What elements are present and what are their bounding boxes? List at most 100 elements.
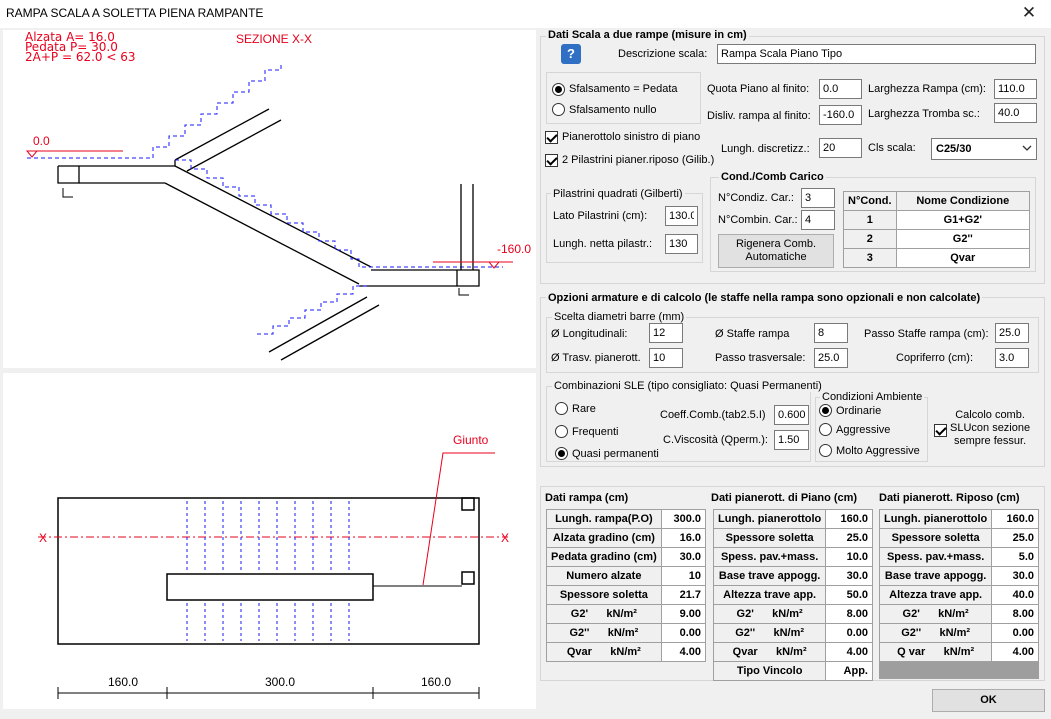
table-row[interactable]: Base trave appogg. 30.0: [878, 566, 1039, 586]
descrizione-input[interactable]: [717, 44, 1036, 64]
frequenti-label: Frequenti: [572, 426, 619, 438]
row-value[interactable]: 10.0: [825, 547, 873, 567]
row-value[interactable]: 30.0: [991, 566, 1039, 586]
row-value[interactable]: 25.0: [991, 528, 1039, 548]
row-value[interactable]: 40.0: [991, 585, 1039, 605]
staffe-input[interactable]: [814, 323, 848, 343]
pianerottolo-checkbox[interactable]: [545, 131, 558, 144]
table-row[interactable]: Tipo Vincolo App.: [712, 661, 873, 681]
lato-label: Lato Pilastrini (cm):: [553, 210, 648, 222]
row-value[interactable]: 5.0: [991, 547, 1039, 567]
row-value[interactable]: 4.00: [991, 642, 1039, 662]
table-row[interactable]: Spessore soletta 21.7: [546, 585, 707, 605]
dim-left: 160.0: [108, 675, 139, 689]
table-row[interactable]: 3 Qvar: [843, 248, 1031, 268]
ncond-input[interactable]: [801, 188, 835, 208]
pilastrini-checkbox[interactable]: [545, 154, 558, 167]
ok-button[interactable]: OK: [932, 689, 1045, 712]
row-value[interactable]: 160.0: [825, 509, 873, 529]
row-value[interactable]: 0.00: [825, 623, 873, 643]
sfalsamento-nullo-radio[interactable]: [552, 103, 565, 116]
cond-name[interactable]: G1+G2': [895, 210, 1031, 230]
table-row[interactable]: Spessore soletta 25.0: [878, 528, 1039, 548]
larg-rampa-input[interactable]: [994, 79, 1037, 99]
visc-input[interactable]: [774, 430, 809, 450]
frequenti-radio[interactable]: [555, 425, 568, 438]
ordinarie-radio[interactable]: [819, 404, 832, 417]
table-row[interactable]: G2'' kN/m² 0.00: [546, 623, 707, 643]
table-row[interactable]: Base trave appogg. 30.0: [712, 566, 873, 586]
row-value[interactable]: 9.00: [660, 604, 707, 624]
quota-input[interactable]: [819, 79, 862, 99]
rigenera-button[interactable]: Rigenera Comb. Automatiche: [718, 234, 834, 268]
row-value[interactable]: App.: [825, 661, 873, 681]
long-input[interactable]: [649, 323, 683, 343]
row-value[interactable]: 4.00: [660, 642, 707, 662]
row-label: Numero alzate: [546, 566, 662, 586]
molto-radio[interactable]: [819, 444, 832, 457]
calcolo-checkbox[interactable]: [934, 424, 947, 437]
dim-middle: 300.0: [265, 675, 296, 689]
disliv-input[interactable]: [819, 105, 862, 125]
trasv-input[interactable]: [649, 348, 683, 368]
row-value[interactable]: 30.0: [825, 566, 873, 586]
row-value[interactable]: 8.00: [825, 604, 873, 624]
table-row[interactable]: G2' kN/m² 8.00: [878, 604, 1039, 624]
table-row[interactable]: G2' kN/m² 9.00: [546, 604, 707, 624]
row-label: Spessore soletta: [546, 585, 662, 605]
discretizz-input[interactable]: [819, 138, 862, 158]
ncomb-input[interactable]: [801, 210, 835, 230]
table-row[interactable]: Altezza trave app. 50.0: [712, 585, 873, 605]
row-value[interactable]: 50.0: [825, 585, 873, 605]
table-row[interactable]: Pedata gradino (cm) 30.0: [546, 547, 707, 567]
table-row[interactable]: G2'' kN/m² 0.00: [878, 623, 1039, 643]
chevron-down-icon: [1022, 145, 1032, 151]
row-value[interactable]: 25.0: [825, 528, 873, 548]
table-row[interactable]: Qvar kN/m² 4.00: [712, 642, 873, 662]
coeff-label: Coeff.Comb.(tab2.5.I): [660, 409, 766, 421]
row-value[interactable]: 10: [660, 566, 707, 586]
cond-name[interactable]: G2'': [895, 229, 1031, 249]
calcolo-line2: SLUcon sezione: [950, 422, 1031, 434]
cond-name[interactable]: Qvar: [895, 248, 1031, 268]
table-row[interactable]: G2' kN/m² 8.00: [712, 604, 873, 624]
table-row[interactable]: Altezza trave app. 40.0: [878, 585, 1039, 605]
table-row[interactable]: Qvar kN/m² 4.00: [546, 642, 707, 662]
table-row[interactable]: 2 G2'': [843, 229, 1031, 249]
passo-trasv-input[interactable]: [814, 348, 848, 368]
row-value[interactable]: 21.7: [660, 585, 707, 605]
row-value[interactable]: 16.0: [660, 528, 707, 548]
table-row[interactable]: Lungh. pianerottolo 160.0: [878, 509, 1039, 529]
row-value[interactable]: 30.0: [660, 547, 707, 567]
row-value[interactable]: 160.0: [991, 509, 1039, 529]
lungh-pil-input[interactable]: [665, 234, 698, 254]
table-row[interactable]: Spess. pav.+mass. 10.0: [712, 547, 873, 567]
table-row[interactable]: G2'' kN/m² 0.00: [712, 623, 873, 643]
row-value[interactable]: 0.00: [991, 623, 1039, 643]
rare-radio[interactable]: [555, 402, 568, 415]
sfalsamento-pedata-radio[interactable]: [552, 83, 565, 96]
table-row[interactable]: Lungh. rampa(P.O) 300.0: [546, 509, 707, 529]
table-row[interactable]: Spessore soletta 25.0: [712, 528, 873, 548]
row-value[interactable]: 4.00: [825, 642, 873, 662]
table-row[interactable]: Q var kN/m² 4.00: [878, 642, 1039, 662]
cls-select[interactable]: C25/30: [931, 138, 1037, 160]
row-value[interactable]: 8.00: [991, 604, 1039, 624]
larg-tromba-input[interactable]: [994, 103, 1037, 123]
passo-staffe-input[interactable]: [995, 323, 1029, 343]
table-row[interactable]: Alzata gradino (cm) 16.0: [546, 528, 707, 548]
table-row[interactable]: Lungh. pianerottolo 160.0: [712, 509, 873, 529]
table-row[interactable]: Spess. pav.+mass. 5.0: [878, 547, 1039, 567]
quasi-radio[interactable]: [555, 447, 568, 460]
row-value[interactable]: 300.0: [660, 509, 707, 529]
copriferro-input[interactable]: [995, 348, 1029, 368]
row-value[interactable]: 0.00: [660, 623, 707, 643]
table-row[interactable]: Numero alzate 10: [546, 566, 707, 586]
larg-tromba-label: Larghezza Tromba sc.:: [868, 108, 980, 120]
aggressive-radio[interactable]: [819, 423, 832, 436]
close-icon[interactable]: ✕: [1019, 3, 1039, 23]
coeff-input[interactable]: [774, 405, 809, 425]
lato-input[interactable]: [665, 206, 698, 226]
table-row[interactable]: 1 G1+G2': [843, 210, 1031, 230]
help-icon[interactable]: ?: [561, 44, 581, 64]
